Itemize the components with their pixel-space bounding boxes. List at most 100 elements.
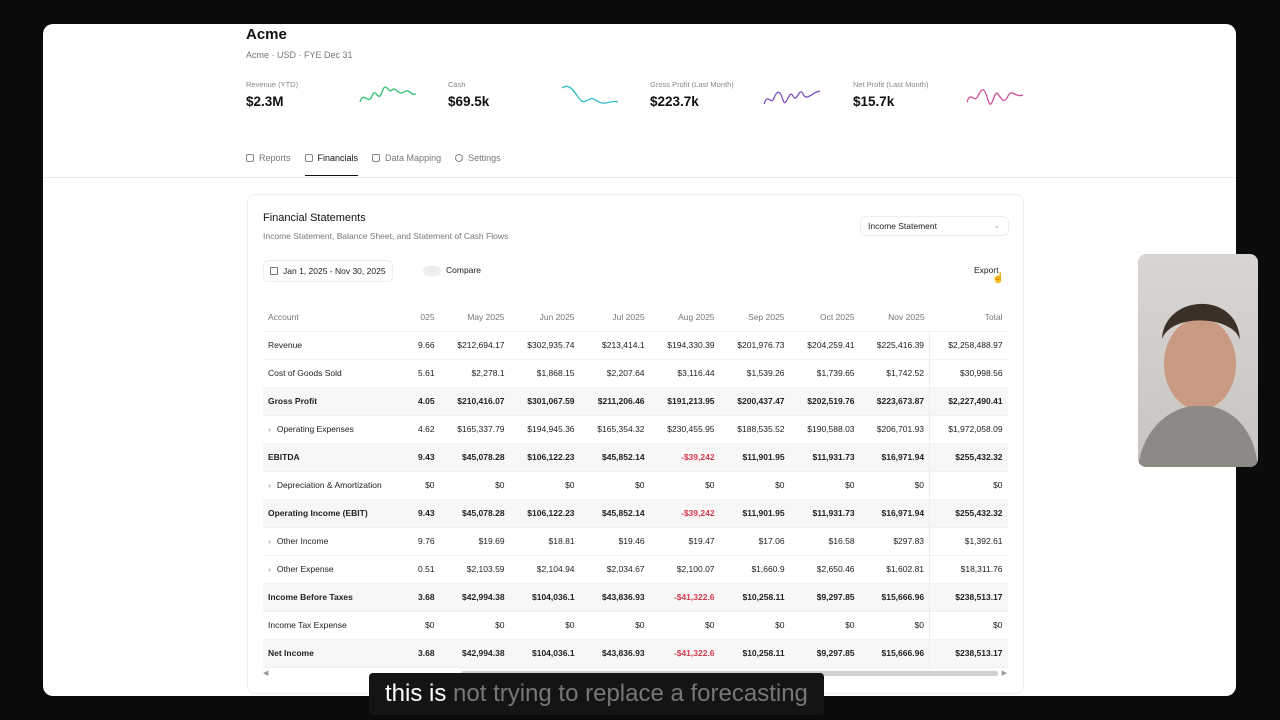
tab-financials[interactable]: Financials xyxy=(304,148,359,176)
value-cell: 9.43 xyxy=(413,443,440,471)
account-label: Income Tax Expense xyxy=(268,620,347,630)
card-title: Financial Statements xyxy=(263,212,366,224)
statement-select-value: Income Statement xyxy=(868,221,937,231)
value-cell: $202,519.76 xyxy=(789,387,860,415)
layers-icon xyxy=(246,154,254,162)
value-cell: $9,297.85 xyxy=(789,583,860,611)
value-cell: $43,836.93 xyxy=(579,639,650,667)
value-cell: $16.58 xyxy=(828,536,855,546)
value-cell: 5.61 xyxy=(418,368,435,378)
table-row: Income Tax Expense $0 $0 $0 $0 $0 $0 $0 $0 $0 xyxy=(263,611,1008,639)
account-label: Gross Profit xyxy=(268,396,318,406)
value-cell: $19.46 xyxy=(618,536,645,546)
value-cell: $188,535.52 xyxy=(737,424,785,434)
total-cell: $255,432.32 xyxy=(929,499,1008,527)
tab-label: Reports xyxy=(259,153,291,163)
value-cell: $201,976.73 xyxy=(737,340,785,350)
value-cell: -$39,242 xyxy=(649,443,720,471)
table-row: Gross Profit 4.05 $210,416.07 $301,067.59 $2… xyxy=(263,387,1008,415)
value-cell: $11,901.95 xyxy=(719,499,790,527)
column-header: Aug 2025 xyxy=(678,311,715,322)
tab-reports[interactable]: Reports xyxy=(246,148,291,176)
value-cell: $16,971.94 xyxy=(859,499,930,527)
value-cell: $230,455.95 xyxy=(667,424,715,434)
value-cell: $212,694.17 xyxy=(457,340,505,350)
value-cell: $0 xyxy=(775,480,785,490)
gear-icon xyxy=(455,154,464,162)
account-cell: Operating Income (EBIT) xyxy=(263,499,413,527)
value-cell: $0 xyxy=(495,620,505,630)
value-cell: $0 xyxy=(565,480,575,490)
tab-settings[interactable]: Settings xyxy=(455,148,501,176)
compare-label: Compare xyxy=(446,265,481,275)
metric-cash: Cash $69.5k xyxy=(448,80,648,120)
value-cell: $206,701.93 xyxy=(876,424,925,434)
chevron-right-icon[interactable]: › xyxy=(268,564,271,574)
value-cell: $104,036.1 xyxy=(509,583,580,611)
value-cell: $18.81 xyxy=(548,536,575,546)
account-label: Revenue xyxy=(268,340,303,350)
total-cell: $255,432.32 xyxy=(929,443,1008,471)
value-cell: $2,103.59 xyxy=(466,564,505,574)
metric-net-profit: Net Profit (Last Month) $15.7k xyxy=(853,80,1053,120)
column-header: Account xyxy=(268,311,299,322)
value-cell: $194,330.39 xyxy=(667,340,715,350)
value-cell: $0 xyxy=(425,620,435,630)
value-cell: $45,078.28 xyxy=(439,499,510,527)
book-icon xyxy=(372,154,381,162)
caption-spoken: this is xyxy=(385,680,447,707)
value-cell: $0 xyxy=(914,480,925,490)
value-cell: 4.62 xyxy=(418,424,435,434)
value-cell: $42,994.38 xyxy=(439,583,510,611)
value-cell: $302,935.74 xyxy=(527,340,575,350)
cash-sparkline xyxy=(561,85,619,104)
subtitle-caption: this is not trying to replace a forecast… xyxy=(369,673,824,715)
tab-label: Settings xyxy=(468,153,501,163)
scroll-right-icon[interactable]: ▶ xyxy=(1002,669,1007,677)
table-row[interactable]: › Other Income 9.76 $19.69 $18.81 $19.46 $19.4… xyxy=(263,527,1008,555)
table-row[interactable]: › Other Expense 0.51 $2,103.59 $2,104.94 $2,0… xyxy=(263,555,1008,583)
scroll-left-icon[interactable]: ◀ xyxy=(263,669,268,677)
total-cell: $1,392.61 xyxy=(929,527,1008,555)
column-header: Oct 2025 xyxy=(820,311,855,322)
value-cell: $17.06 xyxy=(758,536,785,546)
column-header: Nov 2025 xyxy=(888,311,925,322)
tab-data-mapping[interactable]: Data Mapping xyxy=(372,148,441,176)
table-row: Net Income 3.68 $42,994.38 $104,036.1 $43,83… xyxy=(263,639,1008,667)
value-cell: $0 xyxy=(635,620,645,630)
statement-select[interactable]: Income Statement ⌄ xyxy=(860,216,1009,236)
chevron-right-icon[interactable]: › xyxy=(268,480,271,490)
value-cell: 4.05 xyxy=(413,387,440,415)
account-label: Operating Expenses xyxy=(276,424,354,434)
value-cell: $191,213.95 xyxy=(649,387,720,415)
account-cell: Revenue xyxy=(263,331,413,359)
value-cell: $15,666.96 xyxy=(859,583,930,611)
value-cell: $2,104.94 xyxy=(536,564,575,574)
value-cell: $190,588.03 xyxy=(807,424,855,434)
total-cell: $238,513.17 xyxy=(929,639,1008,667)
value-cell: $0 xyxy=(425,480,435,490)
chevron-right-icon[interactable]: › xyxy=(268,536,271,546)
value-cell: $45,852.14 xyxy=(579,499,650,527)
compare-toggle[interactable] xyxy=(423,266,441,276)
financial-statements-card: Financial Statements Income Statement, B… xyxy=(247,194,1024,694)
table-row[interactable]: › Depreciation & Amortization $0 $0 $0 $0 $0 $0… xyxy=(263,471,1008,499)
value-cell: $1,868.15 xyxy=(536,368,575,378)
table-header-row: Account 025 May 2025 Jun 2025 Jul 2025 A… xyxy=(263,303,1008,331)
account-label: Net Income xyxy=(268,648,314,658)
value-cell: 9.43 xyxy=(413,499,440,527)
value-cell: $211,206.46 xyxy=(579,387,650,415)
value-cell: $42,994.38 xyxy=(439,639,510,667)
table-row[interactable]: › Operating Expenses 4.62 $165,337.79 $194,9… xyxy=(263,415,1008,443)
column-header: 025 xyxy=(420,311,435,322)
total-cell: $1,972,058.09 xyxy=(929,415,1008,443)
value-cell: 3.68 xyxy=(413,583,440,611)
date-range-picker[interactable]: Jan 1, 2025 - Nov 30, 2025 xyxy=(263,260,393,282)
chevron-right-icon[interactable]: › xyxy=(268,424,271,434)
table-row: EBITDA 9.43 $45,078.28 $106,122.23 $45,852.1… xyxy=(263,443,1008,471)
account-cell: › Other Expense xyxy=(263,555,413,583)
total-cell: $238,513.17 xyxy=(929,583,1008,611)
column-header: Sep 2025 xyxy=(748,311,785,322)
total-cell: $2,227,490.41 xyxy=(929,387,1008,415)
value-cell: 9.66 xyxy=(418,340,435,350)
